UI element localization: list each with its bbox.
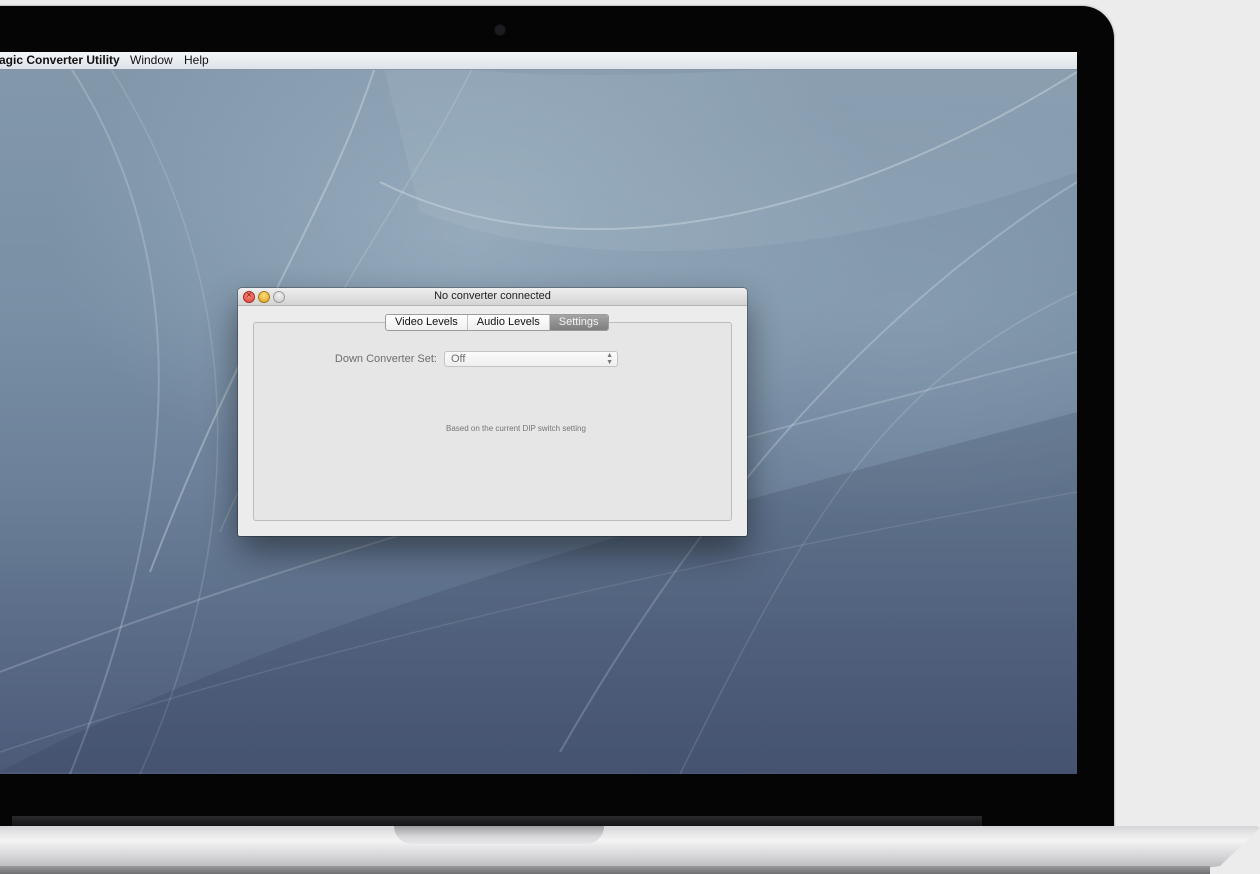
down-converter-label: Down Converter Set: — [334, 353, 437, 365]
up-down-chevron-icon: ▲ ▼ — [606, 352, 613, 366]
down-converter-value: Off — [451, 353, 466, 365]
desktop-screen: agic Converter Utility Window Help No co… — [0, 52, 1077, 774]
tab-video-levels[interactable]: Video Levels — [386, 315, 468, 330]
menu-window[interactable]: Window — [130, 52, 173, 69]
window-title: No converter connected — [434, 290, 551, 302]
lid-opening-notch — [394, 826, 604, 844]
tab-bar: Video Levels Audio Levels Settings — [385, 314, 609, 331]
dip-switch-help-text: Based on the current DIP switch setting — [446, 424, 586, 433]
hinge — [12, 816, 982, 826]
app-window: No converter connected Video Levels Audi… — [238, 288, 747, 536]
tab-settings[interactable]: Settings — [549, 315, 608, 330]
menu-bar: agic Converter Utility Window Help — [0, 52, 1077, 70]
tab-audio-levels[interactable]: Audio Levels — [468, 315, 550, 330]
down-converter-select[interactable]: Off ▲ ▼ — [444, 351, 618, 367]
camera-icon — [495, 25, 505, 35]
laptop-base-bottom — [0, 866, 1210, 874]
menu-app-name[interactable]: agic Converter Utility — [0, 52, 120, 69]
menu-help[interactable]: Help — [184, 52, 209, 69]
window-titlebar[interactable]: No converter connected — [238, 288, 747, 306]
